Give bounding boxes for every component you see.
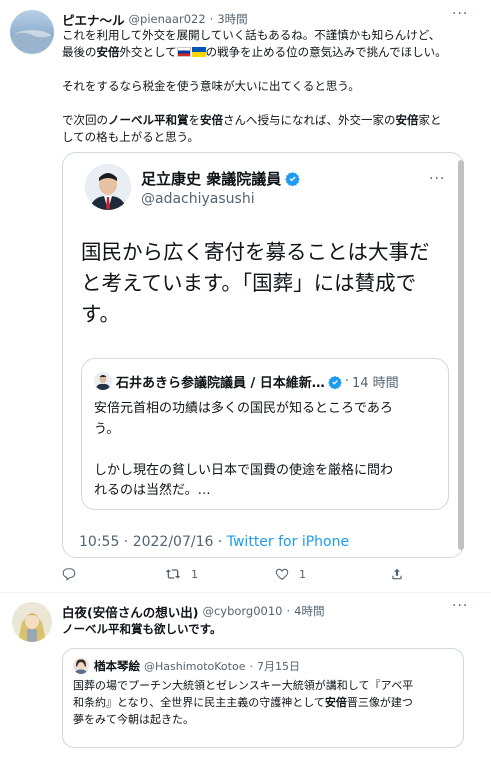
separator: ·: [209, 12, 214, 26]
quoted-line: と考えています。「国葬」には賛成で: [81, 271, 417, 295]
inner-quoted-time[interactable]: 14 時間: [352, 372, 399, 391]
reply-button[interactable]: [62, 567, 76, 581]
separator: ·: [286, 604, 291, 618]
source-link[interactable]: Twitter for iPhone: [227, 534, 349, 550]
russia-flag-icon: [176, 47, 191, 57]
tweet-line: しての格も上がると思う。: [62, 130, 199, 144]
like-icon: [275, 568, 289, 580]
retweet-icon: [165, 569, 181, 579]
quoted-display-name[interactable]: 楢本琴絵: [94, 658, 140, 674]
share-button[interactable]: [390, 567, 404, 581]
inner-quoted-display-name[interactable]: 石井あきら参議院議員 / 日本維新…: [116, 372, 325, 391]
quoted-text: 国民から広く寄付を募ることは大事だ と考えています。「国葬」には賛成で す。: [81, 237, 461, 330]
more-icon[interactable]: ···: [452, 598, 468, 614]
more-icon[interactable]: ···: [429, 171, 445, 187]
quoted-time[interactable]: 7月15日: [257, 658, 300, 674]
quoted-tweet-card[interactable]: 足立康史 衆議院議員 @adachiyasushi ··· 国民から広く寄付を募…: [62, 152, 464, 558]
display-name[interactable]: 白夜(安倍さんの想い出): [62, 602, 198, 621]
quoted-line: 国葬の場でプーチン大統領とゼレンスキー大統領が講和して『アベ平: [73, 679, 414, 692]
retweet-button[interactable]: 1: [165, 567, 198, 581]
timestamp[interactable]: 4時間: [294, 603, 324, 619]
quoted-line: 夢をみて今朝は起きた。: [73, 713, 194, 726]
retweet-count: 1: [191, 567, 198, 581]
inner-quoted-tweet-card[interactable]: 石井あきら参議院議員 / 日本維新… · 14 時間 安倍元首相の功績は多くの国…: [81, 358, 449, 510]
quoted-timestamp[interactable]: 10:55 · 2022/07/16 ·: [79, 534, 227, 550]
verified-icon: [328, 375, 342, 389]
ukraine-flag-icon: [191, 47, 206, 57]
scrollbar[interactable]: [458, 160, 464, 550]
tweet-line: 最後の安倍外交として の戦争を止める位の意気込みで挑んでほしい。: [62, 45, 447, 59]
tweet-text: これを利用して外交を展開していく話もあるね。不謹慎かも知らんけど、 最後の安倍外…: [62, 27, 472, 146]
share-icon: [392, 568, 402, 580]
reply-icon: [62, 568, 76, 581]
inner-quoted-line: う。: [94, 421, 120, 437]
quoted-line: 国民から広く寄付を募ることは大事だ: [81, 240, 430, 264]
quoted-avatar[interactable]: [85, 164, 131, 210]
quoted-line: す。: [81, 302, 120, 326]
tweet-line: これを利用して外交を展開していく話もあるね。不謹慎かも知らんけど、: [62, 28, 441, 42]
verified-icon: [285, 171, 300, 186]
timestamp[interactable]: 3時間: [217, 11, 247, 27]
inner-quoted-line: [94, 440, 444, 461]
handle[interactable]: @cyborg0010: [202, 604, 282, 618]
inner-quoted-text: 安倍元首相の功績は多くの国民が知るところであろ う。 しかし現在の貧しい日本で国…: [94, 399, 444, 502]
divider: [0, 592, 491, 593]
inner-quoted-avatar[interactable]: [94, 372, 112, 390]
quoted-timestamp-row: 10:55 · 2022/07/16 · Twitter for iPhone: [79, 534, 349, 550]
more-icon[interactable]: ···: [452, 6, 468, 22]
avatar[interactable]: [10, 10, 54, 54]
avatar[interactable]: [12, 602, 52, 642]
quoted-handle[interactable]: @adachiyasushi: [141, 191, 255, 207]
tweet-line: で次回のノーベル平和賞を安倍さんへ授与になれば、外交一家の安倍家と: [62, 113, 442, 127]
inner-quoted-line: れるのは当然だ。…: [94, 483, 211, 498]
quoted-avatar[interactable]: [73, 658, 89, 674]
inner-quoted-line: 安倍元首相の功績は多くの国民が知るところであろ: [94, 401, 393, 416]
tweet-text: ノーベル平和賞も欲しいです。: [62, 622, 222, 636]
display-name[interactable]: ピエナ〜ル: [62, 10, 125, 29]
quoted-handle[interactable]: @HashimotoKotoe: [144, 660, 245, 673]
quoted-tweet-card[interactable]: 楢本琴絵 @HashimotoKotoe · 7月15日 国葬の場でプーチン大統…: [62, 648, 464, 748]
quoted-line: 和条約』となり、全世界に民主主義の守護神として安倍晋三像が建つ: [73, 696, 413, 709]
like-button[interactable]: 1: [275, 567, 306, 581]
tweet-line: それをするなら税金を使う意味が大いに出てくると思う。: [62, 79, 360, 93]
quoted-display-name[interactable]: 足立康史 衆議院議員: [141, 168, 281, 189]
handle[interactable]: @pienaar022: [129, 12, 206, 26]
inner-quoted-line: しかし現在の貧しい日本で国費の使途を厳格に問わ: [94, 462, 394, 478]
like-count: 1: [299, 567, 306, 581]
quoted-text: 国葬の場でプーチン大統領とゼレンスキー大統領が講和して『アベ平 和条約』となり、…: [73, 677, 458, 728]
